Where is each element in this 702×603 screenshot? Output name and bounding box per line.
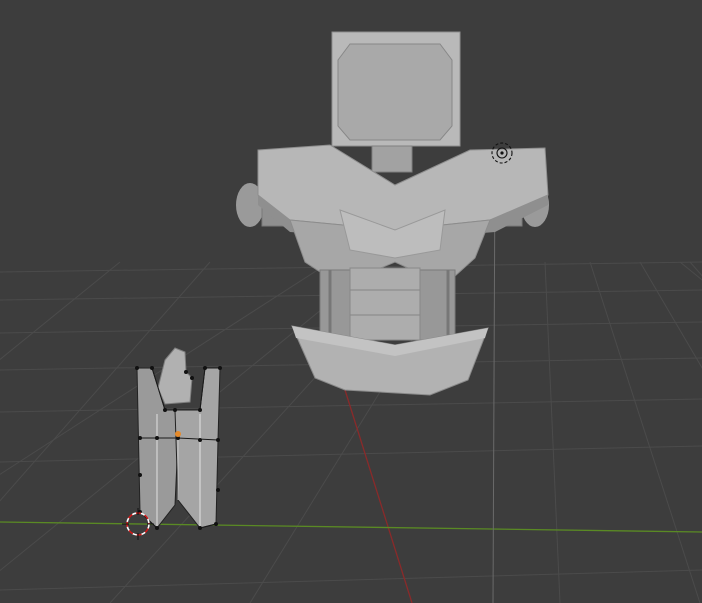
x-axis-line — [344, 389, 413, 603]
object-origin-dot — [175, 431, 181, 437]
edited-piece-mesh[interactable] — [135, 347, 222, 530]
y-axis-line — [0, 521, 702, 533]
viewport-canvas[interactable] — [0, 0, 702, 603]
3d-viewport[interactable] — [0, 0, 702, 603]
